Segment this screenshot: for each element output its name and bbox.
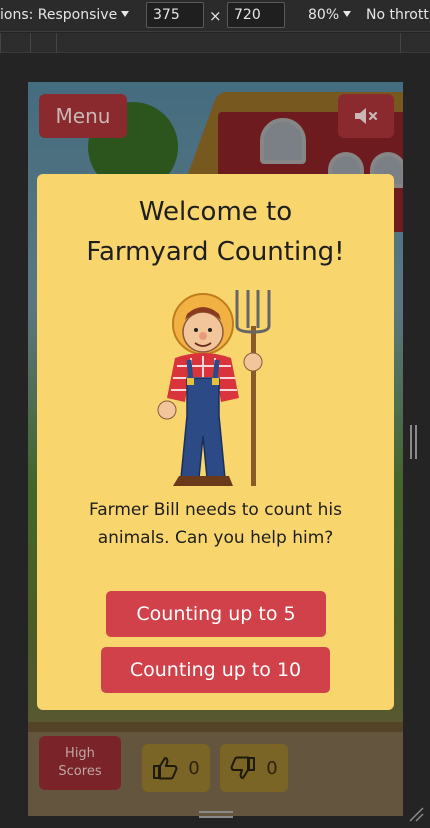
devtools-toolbar: ions: Responsive × 80% No thrott bbox=[0, 0, 430, 32]
resize-handle-bottom[interactable] bbox=[199, 811, 233, 819]
high-scores-button[interactable]: High Scores bbox=[39, 736, 121, 790]
counting-to-5-label: Counting up to 5 bbox=[136, 603, 296, 625]
device-viewport: Menu High Scores 0 0 Welcome to Farmyard… bbox=[28, 82, 403, 816]
high-scores-label-line2: Scores bbox=[58, 764, 102, 779]
chevron-down-icon bbox=[343, 11, 352, 17]
throttle-dropdown[interactable]: No thrott bbox=[366, 7, 429, 23]
incorrect-score: 0 bbox=[220, 744, 288, 792]
speaker-muted-icon bbox=[355, 108, 378, 124]
thumbs-up-count: 0 bbox=[188, 757, 200, 779]
modal-title: Welcome to Farmyard Counting! bbox=[37, 192, 394, 272]
modal-text-line2: animals. Can you help him? bbox=[97, 528, 334, 548]
resize-corner-icon[interactable] bbox=[408, 806, 424, 822]
times-separator: × bbox=[209, 7, 222, 25]
counting-to-5-button[interactable]: Counting up to 5 bbox=[106, 591, 326, 637]
counting-to-10-label: Counting up to 10 bbox=[129, 659, 302, 681]
modal-text-line1: Farmer Bill needs to count his bbox=[89, 500, 342, 520]
modal-title-line2: Farmyard Counting! bbox=[86, 237, 345, 267]
mute-button[interactable] bbox=[338, 94, 394, 138]
thumbs-down-count: 0 bbox=[266, 757, 278, 779]
correct-score: 0 bbox=[142, 744, 210, 792]
throttle-label: No thrott bbox=[366, 7, 429, 23]
high-scores-label-line1: High bbox=[65, 746, 95, 761]
thumbs-down-icon bbox=[230, 756, 256, 779]
modal-title-line1: Welcome to bbox=[138, 197, 293, 227]
media-query-ruler bbox=[0, 33, 430, 53]
modal-description: Farmer Bill needs to count his animals. … bbox=[47, 496, 384, 552]
height-input[interactable] bbox=[227, 2, 285, 28]
zoom-dropdown[interactable]: 80% bbox=[308, 7, 352, 23]
welcome-modal: Welcome to Farmyard Counting! Farmer Bil… bbox=[37, 174, 394, 710]
resize-handle-right[interactable] bbox=[410, 425, 420, 459]
dimensions-dropdown[interactable]: ions: Responsive bbox=[0, 7, 130, 23]
farmer-bill-illustration bbox=[157, 290, 271, 486]
counting-to-10-button[interactable]: Counting up to 10 bbox=[101, 647, 330, 693]
menu-button[interactable]: Menu bbox=[39, 94, 127, 138]
thumbs-up-icon bbox=[153, 757, 178, 780]
width-input[interactable] bbox=[146, 2, 204, 28]
menu-label: Menu bbox=[55, 104, 111, 128]
zoom-label: 80% bbox=[308, 7, 340, 23]
dimensions-label: ions: Responsive bbox=[0, 7, 118, 23]
chevron-down-icon bbox=[121, 11, 130, 17]
